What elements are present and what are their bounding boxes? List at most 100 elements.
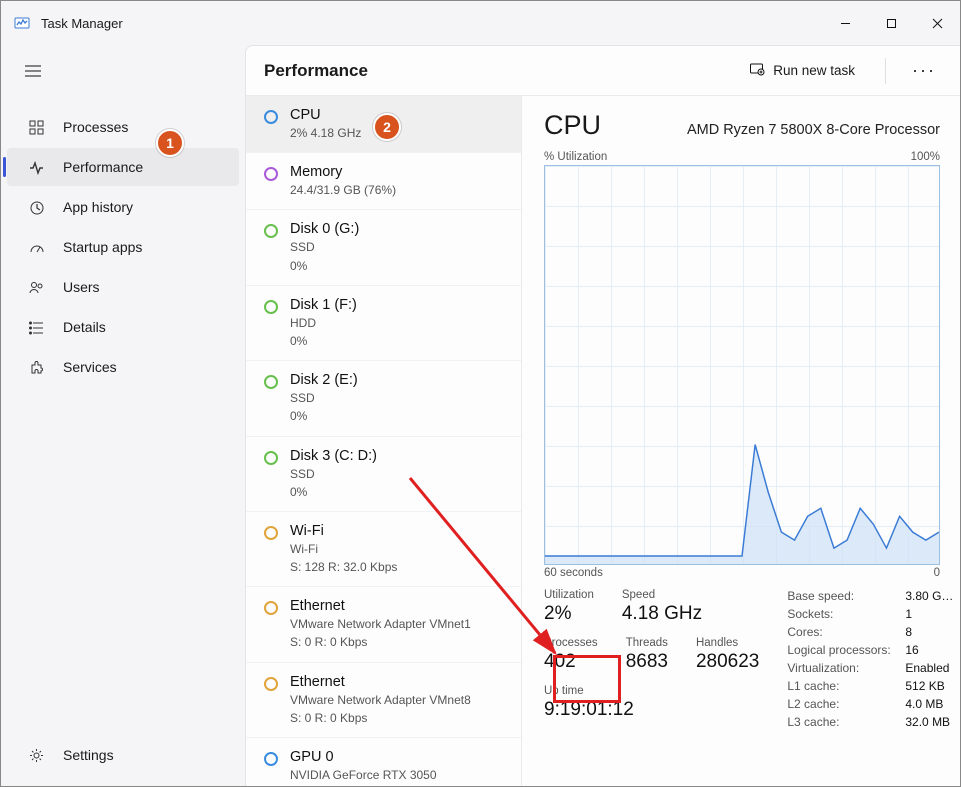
resource-label: Disk 1 (F:) xyxy=(290,297,357,313)
resource-ring-icon xyxy=(264,752,278,766)
run-task-label: Run new task xyxy=(773,63,855,78)
resource-subtext: SSD xyxy=(290,239,359,255)
resource-subtext: VMware Network Adapter VMnet8 xyxy=(290,692,471,708)
resource-subtext: SSD xyxy=(290,390,358,406)
sidebar-item-startup-apps[interactable]: Startup apps xyxy=(7,228,239,266)
sidebar-item-label: Processes xyxy=(63,119,128,135)
resource-subtext: Wi-Fi xyxy=(290,541,397,557)
sidebar: Processes Performance App history Startu… xyxy=(1,45,245,786)
resource-subtext: 0% xyxy=(290,408,358,424)
annotation-arrow xyxy=(400,468,575,668)
resource-ring-icon xyxy=(264,300,278,314)
resource-subtext: NVIDIA GeForce RTX 3050 xyxy=(290,767,437,783)
sidebar-item-services[interactable]: Services xyxy=(7,348,239,386)
spec-key: Logical processors: xyxy=(787,643,897,657)
spec-table: Base speed:3.80 G…Sockets:1Cores:8Logica… xyxy=(787,589,961,729)
resource-subtext: 0% xyxy=(290,333,357,349)
spec-value: 3.80 G… xyxy=(905,589,961,603)
minimize-button[interactable] xyxy=(822,7,868,39)
puzzle-icon xyxy=(27,360,45,375)
spec-value: 32.0 MB xyxy=(905,715,961,729)
main-header: Performance Run new task ··· xyxy=(246,46,960,96)
resource-ring-icon xyxy=(264,224,278,238)
app-icon xyxy=(13,14,31,32)
list-icon xyxy=(27,320,45,335)
users-icon xyxy=(27,280,45,295)
spec-value: 8 xyxy=(905,625,961,639)
chart-label-xmin: 0 xyxy=(934,567,940,579)
resource-item[interactable]: Disk 0 (G:) SSD 0% xyxy=(246,210,521,285)
resource-subtext: SSD xyxy=(290,466,377,482)
resource-list: CPU 2% 4.18 GHz Memory 24.4/31.9 GB (76%) Di… xyxy=(246,96,522,786)
maximize-button[interactable] xyxy=(868,7,914,39)
stat-threads: Threads 8683 xyxy=(626,637,668,673)
sidebar-item-performance[interactable]: Performance xyxy=(7,148,239,186)
window-controls xyxy=(822,7,960,39)
resource-ring-icon xyxy=(264,451,278,465)
spec-value: Enabled xyxy=(905,661,961,675)
resource-label: Wi-Fi xyxy=(290,523,397,539)
chart-label-max: 100% xyxy=(911,151,940,163)
annotation-badge-1: 1 xyxy=(156,129,184,157)
sidebar-item-label: Performance xyxy=(63,159,143,175)
close-button[interactable] xyxy=(914,7,960,39)
run-new-task-button[interactable]: Run new task xyxy=(739,57,865,84)
resource-subtext: S: 0 R: 0 Kbps xyxy=(290,710,471,726)
resource-label: Disk 0 (G:) xyxy=(290,221,359,237)
resource-subtext: 24.4/31.9 GB (76%) xyxy=(290,182,396,198)
run-task-icon xyxy=(749,61,765,80)
sidebar-item-settings[interactable]: Settings xyxy=(7,736,239,774)
resource-label: Disk 3 (C: D:) xyxy=(290,448,377,464)
spec-key: L1 cache: xyxy=(787,679,897,693)
task-manager-window: Task Manager Processes Performance xyxy=(0,0,961,787)
sidebar-item-label: Startup apps xyxy=(63,239,142,255)
sidebar-item-processes[interactable]: Processes xyxy=(7,108,239,146)
detail-title: CPU xyxy=(544,110,601,141)
resource-subtext: 2% 4.18 GHz xyxy=(290,125,361,141)
gauge-icon xyxy=(27,240,45,255)
spec-key: Cores: xyxy=(787,625,897,639)
cpu-utilization-chart[interactable] xyxy=(544,165,940,565)
detail-model: AMD Ryzen 7 5800X 8-Core Processor xyxy=(687,122,940,138)
app-title: Task Manager xyxy=(41,16,123,31)
sidebar-item-app-history[interactable]: App history xyxy=(7,188,239,226)
resource-ring-icon xyxy=(264,677,278,691)
resource-label: CPU xyxy=(290,107,361,123)
resource-item[interactable]: GPU 0 NVIDIA GeForce RTX 3050 1% (33 °C) xyxy=(246,738,521,786)
spec-key: L2 cache: xyxy=(787,697,897,711)
sidebar-item-details[interactable]: Details xyxy=(7,308,239,346)
chart-label-y: % Utilization xyxy=(544,151,607,163)
gear-icon xyxy=(27,748,45,763)
resource-ring-icon xyxy=(264,167,278,181)
stat-speed: Speed 4.18 GHz xyxy=(622,589,702,625)
more-button[interactable]: ··· xyxy=(906,60,942,81)
spec-key: Sockets: xyxy=(787,607,897,621)
resource-ring-icon xyxy=(264,526,278,540)
resource-item[interactable]: Disk 2 (E:) SSD 0% xyxy=(246,361,521,436)
spec-key: Base speed: xyxy=(787,589,897,603)
spec-value: 4.0 MB xyxy=(905,697,961,711)
sidebar-item-label: Details xyxy=(63,319,106,335)
stat-handles: Handles 280623 xyxy=(696,637,759,673)
resource-label: Disk 2 (E:) xyxy=(290,372,358,388)
sidebar-item-label: App history xyxy=(63,199,133,215)
resource-item[interactable]: Disk 1 (F:)HDD0% xyxy=(246,286,521,361)
resource-label: Memory xyxy=(290,164,396,180)
resource-item[interactable]: EthernetVMware Network Adapter VMnet8S: … xyxy=(246,663,521,738)
sidebar-item-users[interactable]: Users xyxy=(7,268,239,306)
resource-subtext: 0% xyxy=(290,484,377,500)
resource-item[interactable]: Memory 24.4/31.9 GB (76%) xyxy=(246,153,521,210)
spec-key: L3 cache: xyxy=(787,715,897,729)
grid-icon xyxy=(27,120,45,135)
pulse-icon xyxy=(27,160,45,175)
hamburger-button[interactable] xyxy=(13,53,53,89)
resource-subtext: 1% (33 °C) xyxy=(290,785,437,786)
sidebar-item-label: Users xyxy=(63,279,100,295)
spec-key: Virtualization: xyxy=(787,661,897,675)
divider xyxy=(885,58,886,84)
resource-ring-icon xyxy=(264,110,278,124)
resource-ring-icon xyxy=(264,375,278,389)
resource-label: GPU 0 xyxy=(290,749,437,765)
annotation-badge-2: 2 xyxy=(373,113,401,141)
resource-subtext: 0% xyxy=(290,258,359,274)
